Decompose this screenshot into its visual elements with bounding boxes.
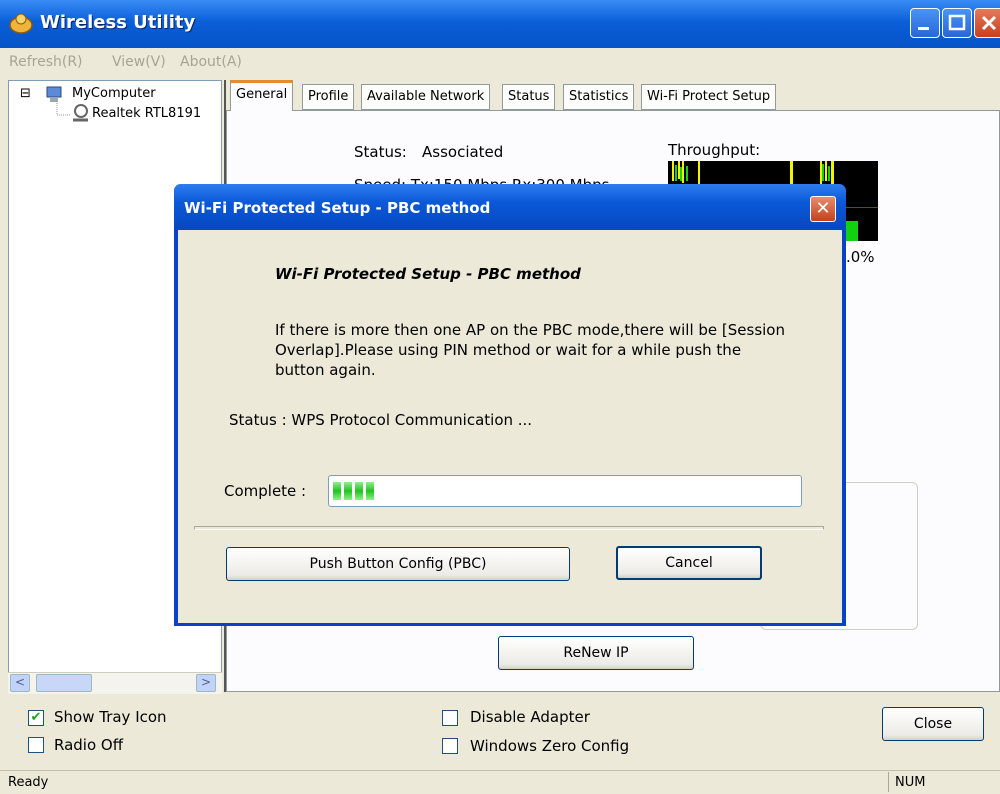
progress-block bbox=[366, 482, 374, 500]
tab-statistics[interactable]: Statistics bbox=[563, 84, 635, 110]
renew-ip-button[interactable]: ReNew IP bbox=[498, 636, 694, 670]
windows-zero-config-label: Windows Zero Config bbox=[470, 737, 630, 755]
app-icon bbox=[9, 13, 33, 34]
show-tray-icon-label: Show Tray Icon bbox=[54, 708, 167, 726]
close-window-button[interactable] bbox=[974, 8, 1000, 38]
minimize-button[interactable] bbox=[910, 8, 940, 38]
show-tray-icon-checkbox[interactable]: ✔ bbox=[28, 710, 44, 726]
dialog-title: Wi-Fi Protected Setup - PBC method bbox=[184, 199, 491, 217]
menu-refresh[interactable]: Refresh(R) bbox=[9, 54, 83, 70]
radio-off-checkbox[interactable] bbox=[28, 737, 44, 753]
tree-item-mycomputer[interactable]: MyComputer bbox=[72, 86, 156, 101]
progress-block bbox=[344, 482, 352, 500]
complete-label: Complete : bbox=[224, 482, 307, 500]
tab-available-network[interactable]: Available Network bbox=[361, 84, 491, 110]
scroll-thumb[interactable] bbox=[36, 674, 92, 692]
throughput-percent: .0% bbox=[846, 248, 875, 266]
status-ready: Ready bbox=[8, 775, 49, 790]
status-bar bbox=[0, 770, 1000, 794]
tab-general[interactable]: General bbox=[230, 80, 294, 111]
wps-progress-bar bbox=[328, 475, 802, 507]
disable-adapter-label: Disable Adapter bbox=[470, 708, 590, 726]
disable-adapter-checkbox[interactable] bbox=[442, 710, 458, 726]
tree-expander-icon[interactable]: ⊟ bbox=[20, 86, 31, 101]
dialog-heading: Wi-Fi Protected Setup - PBC method bbox=[275, 265, 581, 283]
menu-view[interactable]: View(V) bbox=[112, 54, 166, 70]
dialog-divider bbox=[194, 526, 824, 530]
tab-profile[interactable]: Profile bbox=[302, 84, 355, 110]
wps-status-text: Status : WPS Protocol Communication ... bbox=[229, 411, 533, 429]
close-button[interactable]: Close bbox=[882, 707, 984, 741]
num-lock-indicator: NUM bbox=[888, 772, 936, 792]
window-title: Wireless Utility bbox=[40, 12, 196, 33]
throughput-label: Throughput: bbox=[668, 141, 761, 159]
radio-off-label: Radio Off bbox=[54, 736, 124, 754]
dialog-close-icon[interactable]: ✕ bbox=[810, 196, 836, 222]
tree-item-adapter[interactable]: Realtek RTL8191 bbox=[92, 106, 201, 121]
computer-icon bbox=[46, 86, 62, 102]
dialog-message: If there is more then one AP on the PBC … bbox=[275, 321, 785, 379]
progress-block bbox=[333, 482, 341, 500]
check-mark-icon: ✔ bbox=[30, 710, 42, 725]
windows-zero-config-checkbox[interactable] bbox=[442, 738, 458, 754]
progress-fill bbox=[333, 482, 374, 500]
push-button-config-button[interactable]: Push Button Config (PBC) bbox=[226, 547, 570, 581]
scroll-right-icon[interactable]: > bbox=[196, 674, 216, 692]
tab-status[interactable]: Status bbox=[502, 84, 556, 110]
menu-about[interactable]: About(A) bbox=[180, 54, 242, 70]
progress-block bbox=[355, 482, 363, 500]
cancel-button[interactable]: Cancel bbox=[616, 546, 762, 580]
scroll-left-icon[interactable]: < bbox=[10, 674, 30, 692]
wireless-adapter-icon bbox=[73, 104, 88, 122]
maximize-button[interactable] bbox=[942, 8, 972, 38]
status-label: Status: bbox=[354, 143, 407, 161]
status-value: Associated bbox=[422, 143, 504, 161]
tab-wps[interactable]: Wi-Fi Protect Setup bbox=[641, 84, 777, 110]
